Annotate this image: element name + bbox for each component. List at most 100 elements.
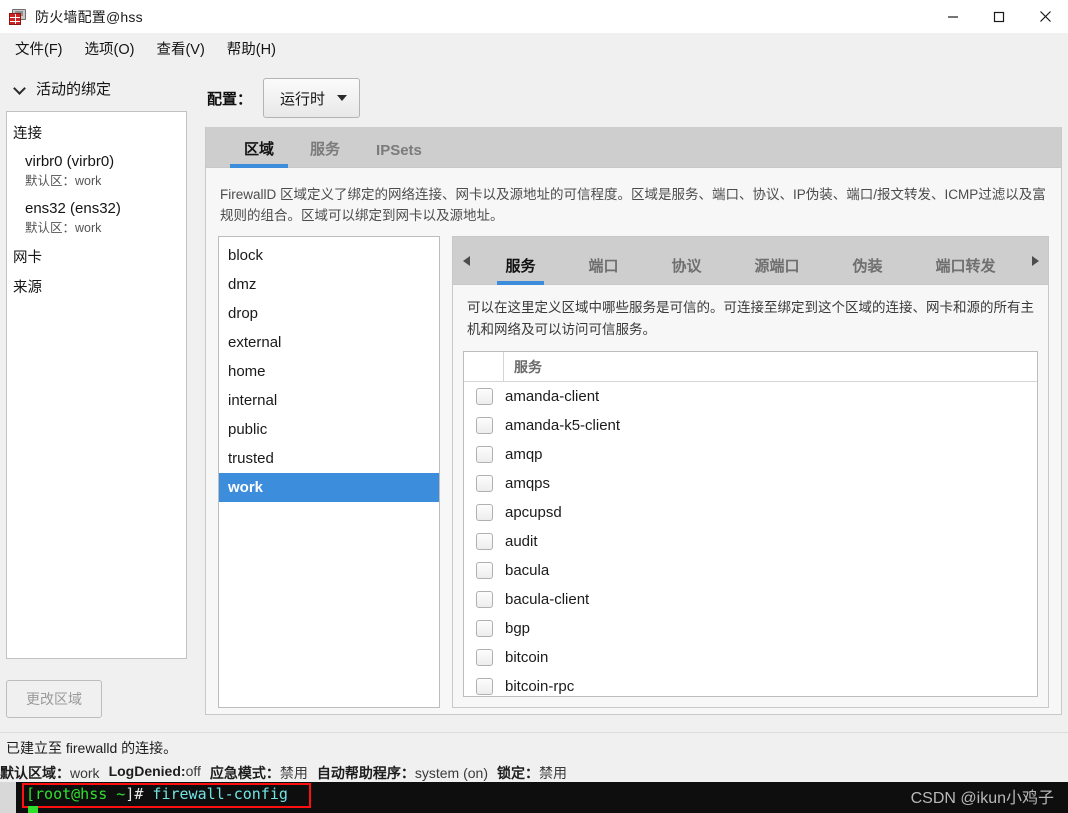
tab-ports[interactable]: 端口 — [588, 255, 618, 285]
terminal[interactable]: [root@hss ~]# firewall-config — [0, 782, 1068, 813]
table-row[interactable]: bitcoin — [464, 643, 1037, 672]
close-button[interactable] — [1022, 0, 1068, 33]
menu-bar: 文件(F) 选项(O) 查看(V) 帮助(H) — [0, 33, 1068, 64]
table-row[interactable]: amqp — [464, 440, 1037, 469]
firewall-config-window: 防火墙配置@hss 文件(F) 选项(O) 查看(V) 帮助(H) 活动的绑定 — [0, 0, 1068, 813]
service-checkbox[interactable] — [476, 620, 493, 637]
sources-header[interactable]: 来源 — [7, 269, 186, 299]
chevron-left-icon — [462, 255, 470, 266]
service-name: audit — [505, 533, 538, 550]
active-bindings-toggle[interactable]: 活动的绑定 — [0, 64, 195, 111]
zone-panes: block dmz drop external home internal pu… — [206, 236, 1061, 722]
table-row[interactable]: bgp — [464, 614, 1037, 643]
chevron-down-icon — [337, 95, 348, 101]
menu-options[interactable]: 选项(O) — [76, 35, 144, 62]
checkbox-column-header — [464, 352, 504, 382]
watermark-text: CSDN @ikun小鸡子 — [910, 790, 1054, 807]
service-checkbox[interactable] — [476, 649, 493, 666]
service-checkbox[interactable] — [476, 475, 493, 492]
connection-name: virbr0 (virbr0) — [25, 153, 115, 170]
status-lockdown: 锁定：禁用 — [497, 765, 567, 781]
table-row[interactable]: bacula — [464, 556, 1037, 585]
status-log-denied: LogDenied:off — [108, 763, 201, 779]
tab-services[interactable]: 服务 — [497, 255, 544, 285]
service-name: bacula — [505, 562, 550, 579]
service-checkbox[interactable] — [476, 591, 493, 608]
tab-zones[interactable]: 区域 — [226, 138, 292, 168]
terminal-cursor — [28, 806, 38, 813]
tab-protocols[interactable]: 协议 — [671, 255, 701, 285]
menu-help[interactable]: 帮助(H) — [218, 35, 285, 62]
service-checkbox[interactable] — [476, 446, 493, 463]
list-item-selected[interactable]: work — [219, 473, 439, 502]
menu-file[interactable]: 文件(F) — [6, 35, 72, 62]
status-bar: 已建立至 firewalld 的连接。 默认区域：work LogDenied:… — [0, 732, 1068, 782]
service-checkbox[interactable] — [476, 533, 493, 550]
menu-view[interactable]: 查看(V) — [147, 35, 213, 62]
list-item[interactable]: block — [219, 241, 439, 270]
service-name: bitcoin-rpc — [505, 678, 575, 695]
service-checkbox[interactable] — [476, 562, 493, 579]
service-name: amanda-client — [505, 388, 600, 405]
service-checkbox[interactable] — [476, 388, 493, 405]
configuration-pane: 配置： 运行时 区域 服务 IPSets FirewallD 区域定义了绑定的网… — [195, 64, 1068, 732]
scroll-right-button[interactable] — [1022, 255, 1048, 266]
list-item[interactable]: external — [219, 328, 439, 357]
tab-masquerade[interactable]: 伪装 — [852, 255, 882, 285]
change-zone-button[interactable]: 更改区域 — [6, 680, 102, 718]
interfaces-header[interactable]: 网卡 — [7, 239, 186, 269]
tab-services[interactable]: 服务 — [292, 138, 358, 167]
service-checkbox[interactable] — [476, 417, 493, 434]
list-item[interactable]: drop — [219, 299, 439, 328]
zone-list[interactable]: block dmz drop external home internal pu… — [218, 236, 440, 708]
main-tabstrip: 区域 服务 IPSets — [206, 127, 1061, 168]
status-automatic-helpers: 自动帮助程序：system (on) — [316, 765, 488, 781]
tab-ipsets[interactable]: IPSets — [358, 142, 440, 167]
main-notebook: 区域 服务 IPSets FirewallD 区域定义了绑定的网络连接、网卡以及… — [205, 127, 1062, 715]
service-checkbox[interactable] — [476, 678, 493, 695]
table-row[interactable]: amanda-k5-client — [464, 411, 1037, 440]
status-panic-mode: 应急模式：禁用 — [209, 765, 308, 781]
terminal-gutter — [0, 782, 16, 813]
configuration-label: 配置： — [207, 90, 253, 108]
service-table[interactable]: 服务 amanda-client amanda-k5-client amqp a… — [463, 351, 1038, 697]
service-name: amqps — [505, 475, 551, 492]
list-item[interactable]: home — [219, 357, 439, 386]
table-row[interactable]: amanda-client — [464, 382, 1037, 411]
tab-source-ports[interactable]: 源端口 — [754, 255, 799, 285]
window-controls — [930, 0, 1068, 33]
status-default-zone: 默认区域：work — [0, 765, 100, 781]
table-row[interactable]: apcupsd — [464, 498, 1037, 527]
list-item[interactable]: virbr0 (virbr0) 默认区：work — [7, 145, 186, 192]
list-item[interactable]: public — [219, 415, 439, 444]
maximize-button[interactable] — [976, 0, 1022, 33]
table-row[interactable]: audit — [464, 527, 1037, 556]
table-row[interactable]: bitcoin-rpc — [464, 672, 1037, 696]
list-item[interactable]: trusted — [219, 444, 439, 473]
connection-status-message: 已建立至 firewalld 的连接。 — [6, 740, 178, 756]
prompt-path: ~ — [107, 785, 126, 803]
connection-name: ens32 (ens32) — [25, 200, 121, 217]
service-table-header: 服务 — [464, 352, 1037, 382]
chevron-right-icon — [1031, 255, 1039, 266]
bindings-list[interactable]: 连接 virbr0 (virbr0) 默认区：work ens32 (ens32… — [6, 111, 187, 659]
list-item[interactable]: ens32 (ens32) 默认区：work — [7, 192, 186, 239]
configuration-select[interactable]: 运行时 — [263, 78, 361, 118]
service-checkbox[interactable] — [476, 504, 493, 521]
zone-description: FirewallD 区域定义了绑定的网络连接、网卡以及源地址的可信程度。区域是服… — [220, 187, 1046, 223]
zone-detail-notebook: 服务 端口 协议 源端口 伪装 端口转发 可以在这里定义区域中哪些服务是可信的。… — [452, 236, 1049, 708]
tab-port-forwarding[interactable]: 端口转发 — [935, 255, 995, 285]
list-item[interactable]: dmz — [219, 270, 439, 299]
list-item[interactable]: internal — [219, 386, 439, 415]
service-name: amanda-k5-client — [505, 417, 621, 434]
service-name: apcupsd — [505, 504, 562, 521]
scroll-left-button[interactable] — [453, 255, 479, 266]
configuration-row: 配置： 运行时 — [203, 64, 1062, 127]
configuration-selected-value: 运行时 — [280, 90, 326, 108]
connection-zone: 默认区：work — [25, 221, 102, 235]
terminal-command: firewall-config — [143, 785, 288, 803]
minimize-button[interactable] — [930, 0, 976, 33]
table-row[interactable]: amqps — [464, 469, 1037, 498]
table-row[interactable]: bacula-client — [464, 585, 1037, 614]
chevron-down-icon — [14, 84, 27, 93]
